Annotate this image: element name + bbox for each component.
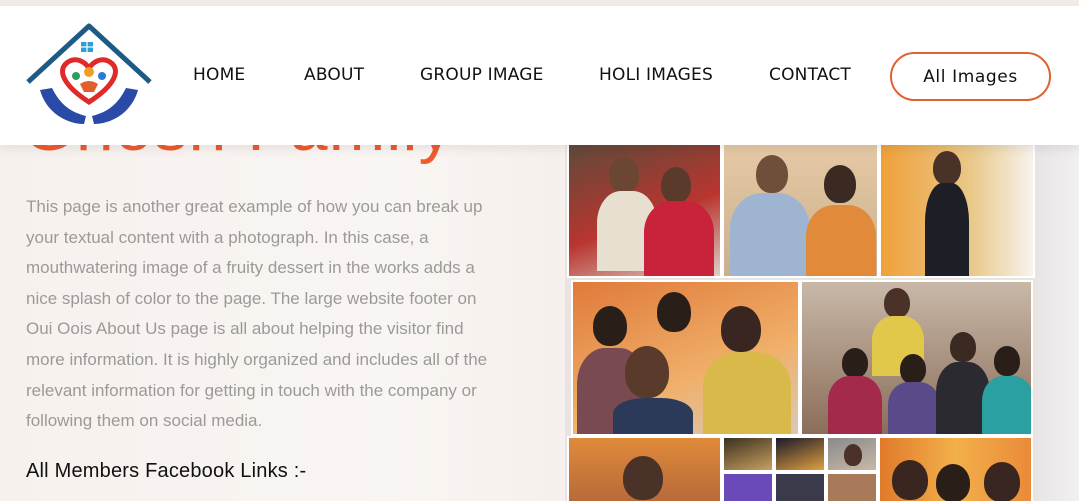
gallery-photo[interactable] — [567, 143, 722, 278]
nav-holi-images[interactable]: HOLI IMAGES — [599, 65, 713, 85]
gallery-photo[interactable] — [722, 143, 879, 278]
photo-gallery — [565, 143, 1037, 501]
nav-contact[interactable]: CONTACT — [769, 65, 851, 85]
facebook-links-heading: All Members Facebook Links :- — [26, 460, 307, 482]
gallery-photo[interactable] — [722, 472, 774, 501]
family-logo[interactable] — [24, 20, 154, 130]
gallery-photo[interactable] — [800, 280, 1033, 436]
hero-section: This page is another great example of ho… — [0, 145, 560, 501]
gallery-photo[interactable] — [878, 436, 1033, 501]
gallery-photo[interactable] — [774, 472, 826, 501]
nav-about[interactable]: ABOUT — [304, 65, 364, 85]
gallery-photo[interactable] — [879, 143, 1035, 278]
all-images-button[interactable]: All Images — [890, 52, 1051, 101]
nav-group-image[interactable]: GROUP IMAGE — [420, 65, 544, 85]
gallery-photo[interactable] — [826, 436, 878, 472]
gallery-photo[interactable] — [722, 436, 774, 472]
gallery-photo[interactable] — [774, 436, 826, 472]
gallery-photo[interactable] — [571, 280, 800, 436]
gallery-photo[interactable] — [567, 436, 722, 501]
top-navbar: HOME ABOUT GROUP IMAGE HOLI IMAGES CONTA… — [0, 6, 1079, 145]
nav-home[interactable]: HOME — [193, 65, 245, 85]
page-right-edge — [1037, 145, 1079, 501]
hero-description: This page is another great example of ho… — [26, 197, 488, 431]
gallery-photo[interactable] — [826, 472, 878, 501]
